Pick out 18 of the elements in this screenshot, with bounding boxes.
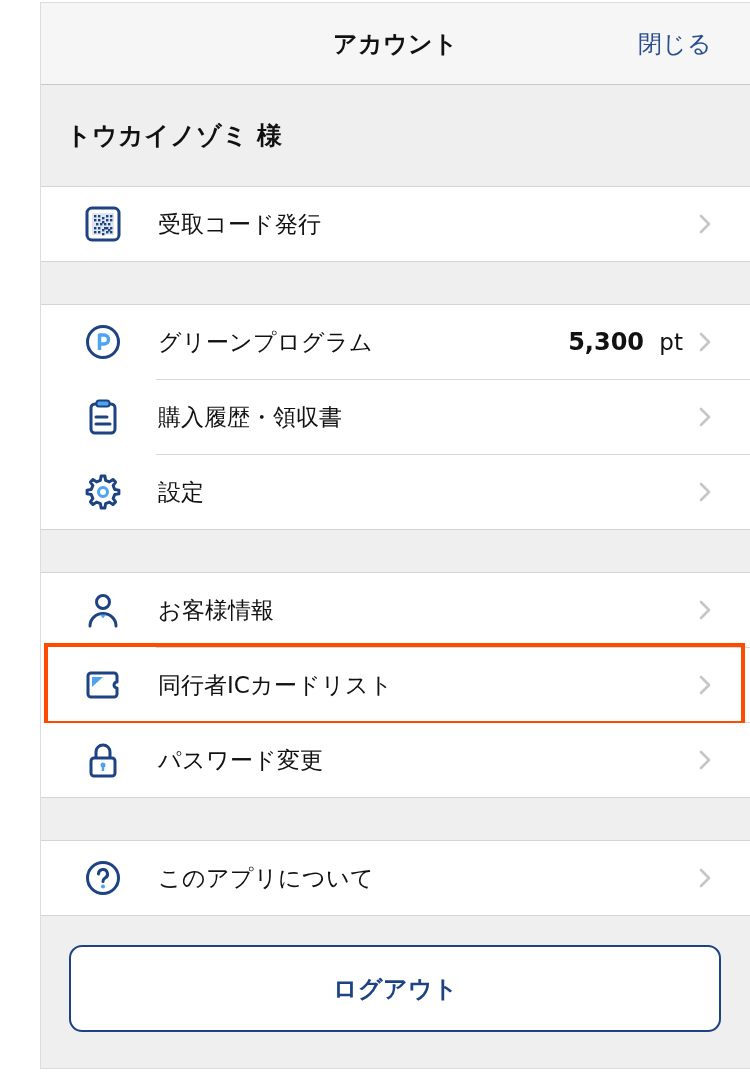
screen-title: アカウント — [333, 28, 458, 60]
chevron-icon — [699, 868, 711, 888]
points-coin-icon — [85, 324, 121, 360]
qr-code-icon — [85, 206, 121, 242]
points-value: 5,300 pt — [568, 328, 683, 356]
card-icon — [85, 670, 121, 700]
chevron-icon — [699, 214, 711, 234]
help-icon — [85, 860, 121, 896]
chevron-icon — [699, 482, 711, 502]
settings-icon — [85, 474, 121, 510]
chevron-icon — [699, 675, 711, 695]
chevron-icon — [699, 407, 711, 427]
close-button[interactable]: 閉じる — [638, 27, 712, 60]
chevron-icon — [699, 332, 711, 352]
chevron-icon — [699, 750, 711, 770]
logout-button[interactable]: ログアウト — [69, 945, 721, 1032]
user-name: トウカイノゾミ 様 — [66, 120, 282, 152]
chevron-icon — [699, 600, 711, 620]
